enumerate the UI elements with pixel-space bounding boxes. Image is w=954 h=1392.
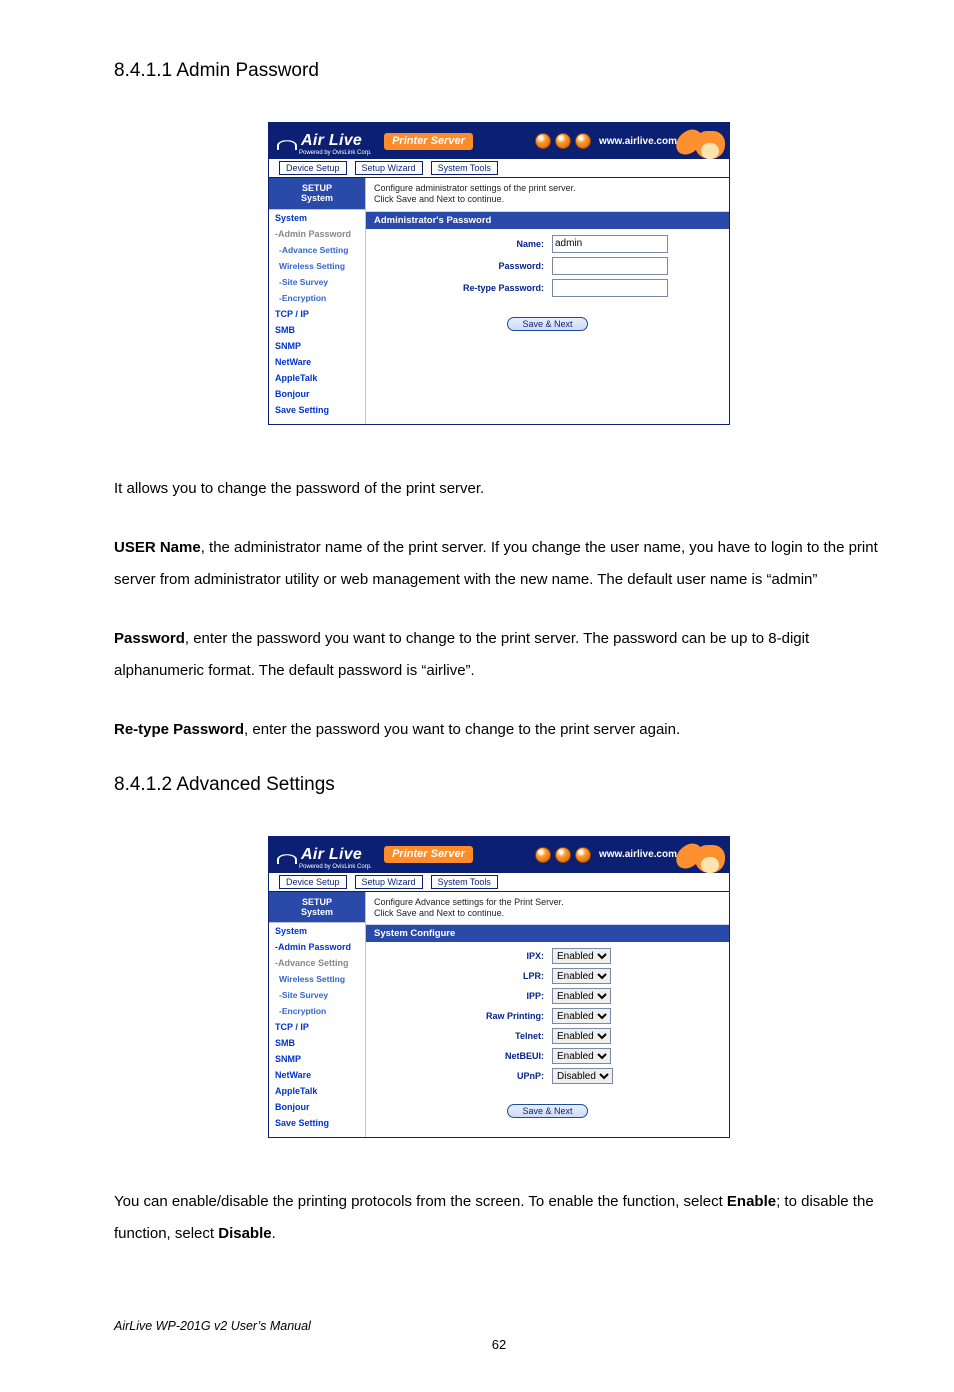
sidebar-setup-box: SETUPSystem xyxy=(269,892,365,924)
sidebar-item-system[interactable]: System xyxy=(269,210,365,226)
proto-select-1[interactable]: Enabled xyxy=(552,968,611,984)
sidebar-item-smb[interactable]: SMB xyxy=(269,322,365,338)
sidebar-item-encryption[interactable]: -Encryption xyxy=(269,290,365,306)
sidebar-item-bonjour[interactable]: Bonjour xyxy=(269,1099,365,1115)
panel-section-title: System Configure xyxy=(366,925,729,942)
sidebar-item-system[interactable]: System xyxy=(269,923,365,939)
brand-powered-text: Powered by OvisLink Corp. xyxy=(299,864,372,870)
tab-system-tools[interactable]: System Tools xyxy=(431,875,498,889)
tab-setup-wizard[interactable]: Setup Wizard xyxy=(355,875,423,889)
proto-label-0: IPX: xyxy=(374,951,552,961)
proto-label-4: Telnet: xyxy=(374,1031,552,1041)
brand-powered-text: Powered by OvisLink Corp. xyxy=(299,150,372,156)
heading-8-4-1-1: 8.4.1.1 Admin Password xyxy=(114,60,884,82)
brand-logo-text: Air Live xyxy=(301,846,362,864)
sidebar-item-snmp[interactable]: SNMP xyxy=(269,1051,365,1067)
sidebar-item-bonjour[interactable]: Bonjour xyxy=(269,386,365,402)
proto-select-2[interactable]: Enabled xyxy=(552,988,611,1004)
refresh-icon xyxy=(555,847,571,863)
sidebar-item-advance-setting[interactable]: -Advance Setting xyxy=(269,242,365,258)
sidebar-setup-box: SETUPSystem xyxy=(269,178,365,210)
sidebar: SETUPSystem System -Admin Password -Adva… xyxy=(269,178,366,424)
mascot-icon xyxy=(675,837,731,873)
tab-device-setup[interactable]: Device Setup xyxy=(279,161,347,175)
sidebar-item-tcpip[interactable]: TCP / IP xyxy=(269,306,365,322)
sidebar-item-snmp[interactable]: SNMP xyxy=(269,338,365,354)
refresh-icon xyxy=(555,133,571,149)
name-input[interactable] xyxy=(552,235,668,253)
printer-server-badge: Printer Server xyxy=(384,846,473,863)
banner-right-icons: www.airlive.com xyxy=(535,133,677,149)
sidebar-item-wireless-setting[interactable]: Wireless Setting xyxy=(269,971,365,987)
panel-section-title: Administrator's Password xyxy=(366,212,729,229)
proto-label-1: LPR: xyxy=(374,971,552,981)
wifi-arc-icon xyxy=(277,846,297,864)
sidebar-item-smb[interactable]: SMB xyxy=(269,1035,365,1051)
page-number: 62 xyxy=(114,1337,884,1352)
password-input[interactable] xyxy=(552,257,668,275)
proto-select-3[interactable]: Enabled xyxy=(552,1008,611,1024)
mascot-icon xyxy=(675,123,731,159)
sidebar-item-save-setting[interactable]: Save Setting xyxy=(269,402,365,418)
password-label: Password: xyxy=(374,261,552,271)
sidebar-item-admin-password[interactable]: -Admin Password xyxy=(269,939,365,955)
screenshot-advanced-settings: Air Live Powered by OvisLink Corp. Print… xyxy=(268,836,730,1139)
sidebar-item-netware[interactable]: NetWare xyxy=(269,354,365,370)
paragraph-user-name: USER Name, the administrator name of the… xyxy=(114,532,884,595)
tab-setup-wizard[interactable]: Setup Wizard xyxy=(355,161,423,175)
sidebar-item-appletalk[interactable]: AppleTalk xyxy=(269,1083,365,1099)
paragraph-intro: It allows you to change the password of … xyxy=(114,473,884,505)
globe-icon xyxy=(535,847,551,863)
tab-system-tools[interactable]: System Tools xyxy=(431,161,498,175)
paragraph-enable-disable: You can enable/disable the printing prot… xyxy=(114,1186,884,1249)
brand-url: www.airlive.com xyxy=(599,849,677,860)
sidebar-item-wireless-setting[interactable]: Wireless Setting xyxy=(269,258,365,274)
sidebar-item-appletalk[interactable]: AppleTalk xyxy=(269,370,365,386)
brand-url: www.airlive.com xyxy=(599,136,677,147)
save-next-button[interactable]: Save & Next xyxy=(507,317,587,331)
wifi-arc-icon xyxy=(277,132,297,150)
sidebar-item-save-setting[interactable]: Save Setting xyxy=(269,1115,365,1131)
brand-logo-text: Air Live xyxy=(301,132,362,150)
sidebar-item-site-survey[interactable]: -Site Survey xyxy=(269,274,365,290)
screenshot-admin-password: Air Live Powered by OvisLink Corp. Print… xyxy=(268,122,730,425)
app-banner: Air Live Powered by OvisLink Corp. Print… xyxy=(269,837,729,873)
home-icon xyxy=(575,133,591,149)
proto-label-5: NetBEUI: xyxy=(374,1051,552,1061)
retype-password-label: Re-type Password: xyxy=(374,283,552,293)
sidebar-item-site-survey[interactable]: -Site Survey xyxy=(269,987,365,1003)
sidebar-item-admin-password[interactable]: -Admin Password xyxy=(269,226,365,242)
sidebar-item-encryption[interactable]: -Encryption xyxy=(269,1003,365,1019)
heading-8-4-1-2: 8.4.1.2 Advanced Settings xyxy=(114,774,884,796)
proto-label-6: UPnP: xyxy=(374,1071,552,1081)
proto-label-2: IPP: xyxy=(374,991,552,1001)
paragraph-retype-password: Re-type Password, enter the password you… xyxy=(114,714,884,746)
sidebar-item-tcpip[interactable]: TCP / IP xyxy=(269,1019,365,1035)
proto-label-3: Raw Printing: xyxy=(374,1011,552,1021)
sidebar: SETUPSystem System -Admin Password -Adva… xyxy=(269,892,366,1138)
proto-select-4[interactable]: Enabled xyxy=(552,1028,611,1044)
panel-description: Configure administrator settings of the … xyxy=(366,178,729,212)
banner-right-icons: www.airlive.com xyxy=(535,847,677,863)
tab-bar: Device Setup Setup Wizard System Tools xyxy=(269,873,729,892)
proto-select-0[interactable]: Enabled xyxy=(552,948,611,964)
paragraph-password: Password, enter the password you want to… xyxy=(114,623,884,686)
banner-title: Printer Server xyxy=(384,846,473,863)
globe-icon xyxy=(535,133,551,149)
proto-select-5[interactable]: Enabled xyxy=(552,1048,611,1064)
tab-device-setup[interactable]: Device Setup xyxy=(279,875,347,889)
retype-password-input[interactable] xyxy=(552,279,668,297)
footer-model: AirLive WP-201G v2 User’s Manual xyxy=(114,1319,884,1333)
home-icon xyxy=(575,847,591,863)
printer-server-badge: Printer Server xyxy=(384,133,473,150)
name-label: Name: xyxy=(374,239,552,249)
sidebar-item-advance-setting[interactable]: -Advance Setting xyxy=(269,955,365,971)
save-next-button[interactable]: Save & Next xyxy=(507,1104,587,1118)
banner-title: Printer Server xyxy=(384,133,473,150)
tab-bar: Device Setup Setup Wizard System Tools xyxy=(269,159,729,178)
sidebar-item-netware[interactable]: NetWare xyxy=(269,1067,365,1083)
app-banner: Air Live Powered by OvisLink Corp. Print… xyxy=(269,123,729,159)
proto-select-6[interactable]: Disabled xyxy=(552,1068,613,1084)
panel-description: Configure Advance settings for the Print… xyxy=(366,892,729,926)
